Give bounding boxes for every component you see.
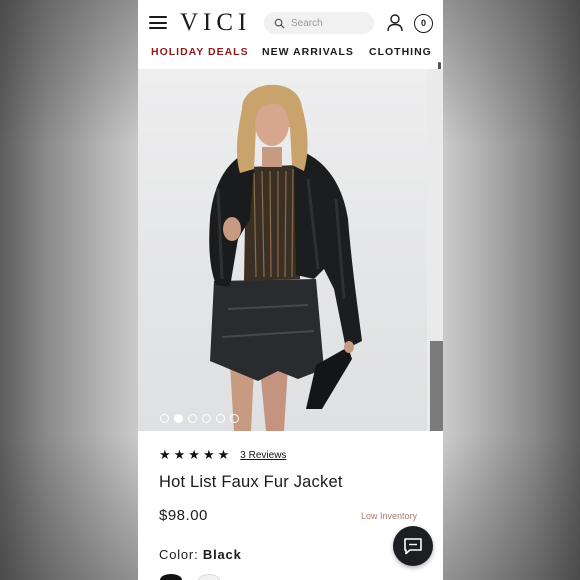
carousel-dot[interactable] [202,414,211,423]
product-image-carousel[interactable] [138,69,443,431]
nav-item-new-arrivals[interactable]: NEW ARRIVALS [262,46,354,58]
model-illustration [209,84,362,431]
cart-icon[interactable]: 0 [414,14,433,33]
user-icon[interactable] [387,14,403,32]
carousel-dot[interactable] [160,414,169,423]
brand-logo[interactable]: VICI [180,9,251,37]
inventory-status: Low Inventory [360,511,417,521]
search-icon [274,18,285,29]
color-label: Color: [159,547,199,562]
search-input[interactable] [291,17,371,29]
phone-screen: VICI 0 HOLIDAY DEALS NEW ARRIVALS CLOTHI… [138,0,443,580]
color-swatch-white[interactable] [198,574,220,580]
category-nav: HOLIDAY DEALS NEW ARRIVALS CLOTHING [138,46,443,68]
next-image-peek[interactable] [430,69,443,431]
search-bar[interactable] [264,12,374,34]
nav-item-clothing[interactable]: CLOTHING [369,46,432,58]
site-header: VICI 0 [138,0,443,46]
hamburger-icon[interactable] [149,16,167,29]
color-value: Black [202,547,242,562]
product-rating: ★★★★★ 3 Reviews [159,447,286,462]
carousel-dot-active[interactable] [174,414,183,423]
chat-button[interactable] [393,526,433,566]
carousel-dots [160,414,239,424]
carousel-dot[interactable] [216,414,225,423]
product-price: $98.00 [159,507,208,524]
carousel-dot[interactable] [230,414,239,423]
nav-item-holiday-deals[interactable]: HOLIDAY DEALS [151,46,249,58]
color-swatch-black[interactable] [160,574,182,580]
star-icon: ★★★★★ [159,447,233,462]
carousel-dot[interactable] [188,414,197,423]
chat-icon [404,538,422,555]
reviews-link[interactable]: 3 Reviews [240,450,286,461]
color-selector-label: Color: Black [159,547,242,562]
product-title: Hot List Faux Fur Jacket [159,473,343,491]
